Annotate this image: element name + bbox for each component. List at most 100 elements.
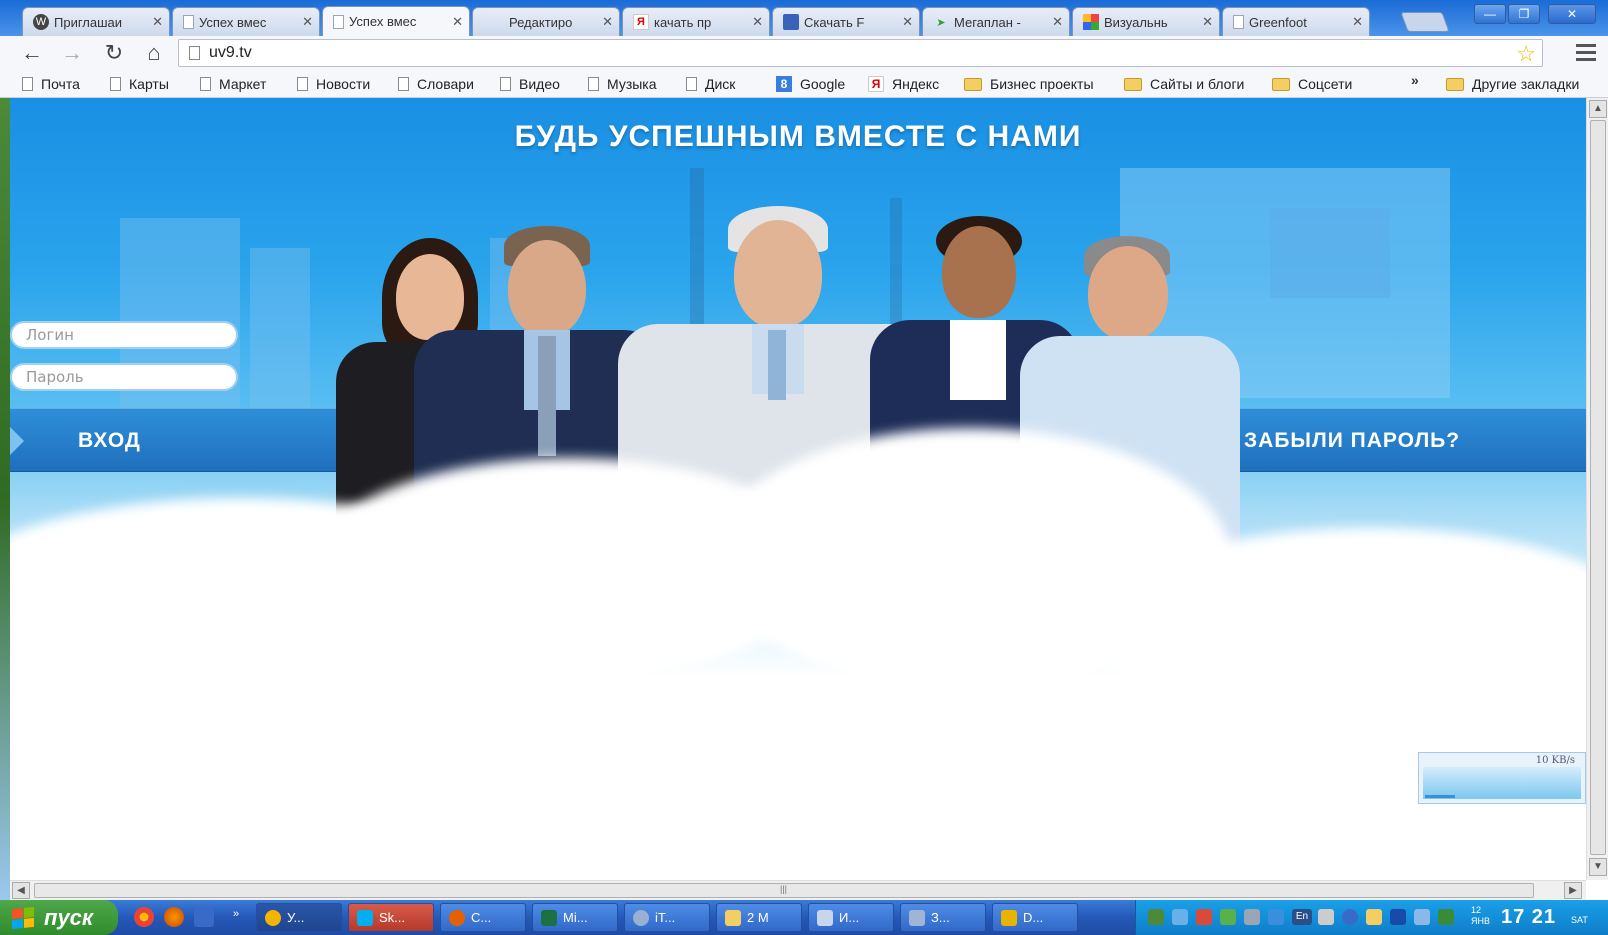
bookmark-folder-socseti[interactable]: Соцсети xyxy=(1272,74,1352,94)
page-icon xyxy=(110,77,121,91)
taskbar-button-firefox[interactable]: С... xyxy=(440,903,526,932)
scroll-up-icon[interactable]: ▲ xyxy=(1589,100,1607,118)
bookmark-label: Словари xyxy=(417,76,474,92)
forgot-password-link[interactable]: ЗАБЫЛИ ПАРОЛЬ? xyxy=(1244,409,1460,473)
tray-app-icon[interactable] xyxy=(1438,909,1454,925)
scroll-thumb[interactable] xyxy=(1590,120,1606,855)
language-indicator[interactable]: En xyxy=(1292,909,1312,925)
bookmark-karty[interactable]: Карты xyxy=(110,74,169,94)
minimize-button[interactable]: — xyxy=(1474,4,1506,24)
close-window-button[interactable]: ✕ xyxy=(1548,4,1596,24)
login-input[interactable] xyxy=(10,321,238,349)
google-icon: 8 xyxy=(776,76,792,92)
chrome-icon[interactable] xyxy=(134,907,154,927)
bookmark-market[interactable]: Маркет xyxy=(200,74,266,94)
close-tab-icon[interactable]: ✕ xyxy=(302,14,313,30)
close-tab-icon[interactable]: ✕ xyxy=(1202,14,1213,30)
bookmark-label: Новости xyxy=(316,76,371,92)
taskbar-button-app-i[interactable]: И... xyxy=(808,903,894,932)
tab-8[interactable]: Визуальнь ✕ xyxy=(1072,7,1220,36)
horizontal-scrollbar[interactable]: ◀ ||| ▶ xyxy=(10,880,1586,900)
bookmark-muzyka[interactable]: Музыка xyxy=(588,74,657,94)
close-tab-icon[interactable]: ✕ xyxy=(602,14,613,30)
taskbar-button-label: D... xyxy=(1023,910,1044,925)
start-button[interactable]: пуск xyxy=(0,900,118,935)
bookmark-label: Карты xyxy=(129,76,169,92)
forward-icon[interactable]: → xyxy=(58,39,86,67)
tray-app-icon[interactable] xyxy=(1196,909,1212,925)
scroll-down-icon[interactable]: ▼ xyxy=(1589,858,1607,876)
close-tab-icon[interactable]: ✕ xyxy=(902,14,913,30)
tab-6[interactable]: Скачать F ✕ xyxy=(772,7,920,36)
scroll-left-icon[interactable]: ◀ xyxy=(12,882,30,899)
tab-2[interactable]: Успех вмес ✕ xyxy=(172,7,320,36)
tab-1[interactable]: W Приглашаи ✕ xyxy=(22,7,170,36)
taskbar-button-folders[interactable]: 2 M xyxy=(716,903,802,932)
tray-download-icon[interactable] xyxy=(1172,909,1188,925)
bookmark-label: Маркет xyxy=(219,76,267,92)
speaker-icon[interactable] xyxy=(1414,909,1430,925)
url-input[interactable] xyxy=(209,43,1499,63)
close-tab-icon[interactable]: ✕ xyxy=(1352,14,1363,30)
bookmark-label: Музыка xyxy=(607,76,657,92)
taskbar-button-label: iT... xyxy=(655,910,676,925)
bookmark-pochta[interactable]: Почта xyxy=(22,74,80,94)
bookmarks-overflow-chevron[interactable]: » xyxy=(1411,72,1419,88)
quicklaunch-more-chevron[interactable]: » xyxy=(226,904,246,924)
bookmark-yandex[interactable]: Я Яндекс xyxy=(868,74,939,94)
password-input[interactable] xyxy=(10,363,238,391)
scroll-right-icon[interactable]: ▶ xyxy=(1564,882,1582,899)
vertical-scrollbar[interactable]: ▲ ▼ xyxy=(1586,98,1608,880)
system-tray: En 12 ЯНВ 17 21 SAT xyxy=(1135,900,1608,935)
tray-app-icon[interactable] xyxy=(1366,909,1382,925)
tray-app-icon[interactable] xyxy=(1220,909,1236,925)
home-icon[interactable]: ⌂ xyxy=(140,39,168,67)
bookmark-novosti[interactable]: Новости xyxy=(297,74,370,94)
address-bar[interactable]: ☆ xyxy=(178,39,1543,67)
reload-icon[interactable]: ↻ xyxy=(100,39,128,67)
taskbar-button-app-z[interactable]: З... xyxy=(900,903,986,932)
bookmark-slovari[interactable]: Словари xyxy=(398,74,474,94)
taskbar-button-skype[interactable]: Sk... xyxy=(348,903,434,932)
taskbar-button-label: 2 M xyxy=(747,910,769,925)
taskbar-button-label: И... xyxy=(839,910,860,925)
bookmark-folder-biznes[interactable]: Бизнес проекты xyxy=(964,74,1094,94)
tray-network-icon[interactable] xyxy=(1244,909,1260,925)
close-tab-icon[interactable]: ✕ xyxy=(752,14,763,30)
tray-app-icon[interactable] xyxy=(1268,909,1284,925)
firefox-icon[interactable] xyxy=(164,907,184,927)
bookmark-folder-saity[interactable]: Сайты и блоги xyxy=(1124,74,1244,94)
yandex-icon: Я xyxy=(868,76,884,92)
tray-clock[interactable]: 17 21 xyxy=(1501,906,1556,929)
bookmark-folder-other[interactable]: Другие закладки xyxy=(1446,74,1579,94)
close-tab-icon[interactable]: ✕ xyxy=(452,14,463,30)
close-tab-icon[interactable]: ✕ xyxy=(1052,14,1063,30)
page-icon xyxy=(500,77,511,91)
bookmark-google[interactable]: 8 Google xyxy=(776,74,845,94)
tray-app-icon[interactable] xyxy=(1342,909,1358,925)
restore-button[interactable]: ❐ xyxy=(1508,4,1540,24)
tray-app-icon[interactable] xyxy=(1390,909,1406,925)
tab-4[interactable]: Редактиро ✕ xyxy=(472,7,620,36)
app-icon[interactable] xyxy=(194,907,214,927)
close-tab-icon[interactable]: ✕ xyxy=(152,14,163,30)
bookmark-star-icon[interactable]: ☆ xyxy=(1516,41,1536,67)
taskbar-button-chrome[interactable]: У... xyxy=(256,903,342,932)
bookmark-disk[interactable]: Диск xyxy=(686,74,735,94)
volume-icon[interactable] xyxy=(1318,909,1334,925)
tab-3-active[interactable]: Успех вмес ✕ xyxy=(322,6,470,36)
bookmark-label: Другие закладки xyxy=(1472,76,1580,92)
login-button[interactable]: ВХОД xyxy=(78,409,141,473)
tray-app-icon[interactable] xyxy=(1148,909,1164,925)
new-tab-button[interactable] xyxy=(1400,12,1450,32)
taskbar-button-excel[interactable]: Mi... xyxy=(532,903,618,932)
back-icon[interactable]: ← xyxy=(18,39,46,67)
menu-icon[interactable] xyxy=(1576,44,1596,62)
tab-7[interactable]: ➤ Мегаплан - ✕ xyxy=(922,7,1070,36)
scroll-grip-icon: ||| xyxy=(780,884,788,894)
tab-9[interactable]: Greenfoot ✕ xyxy=(1222,7,1370,36)
taskbar-button-app-d[interactable]: D... xyxy=(992,903,1078,932)
tab-5[interactable]: Я качать пр ✕ xyxy=(622,7,770,36)
taskbar-button-itunes[interactable]: iT... xyxy=(624,903,710,932)
bookmark-video[interactable]: Видео xyxy=(500,74,560,94)
